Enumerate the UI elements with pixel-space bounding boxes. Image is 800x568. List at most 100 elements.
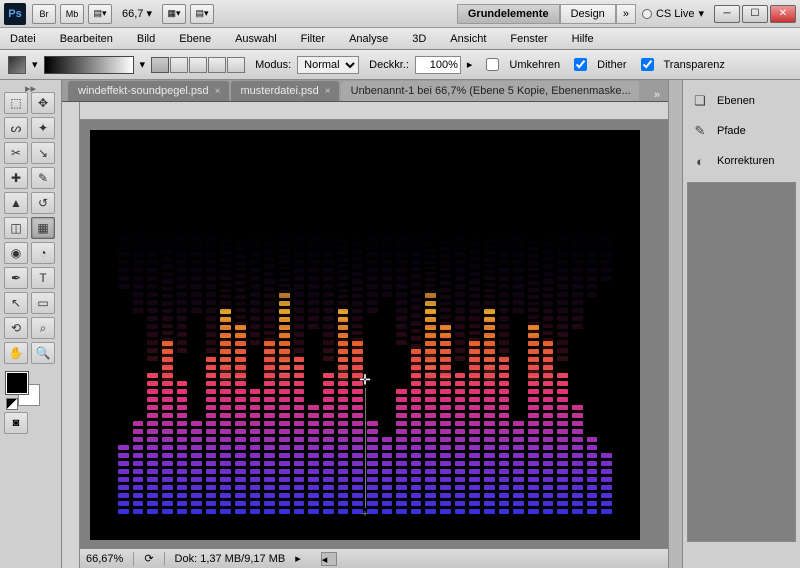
gradient-tool[interactable]: ▦ (31, 217, 55, 239)
document-tabs: windeffekt-soundpegel.psd×musterdatei.ps… (62, 80, 668, 102)
hand-tool[interactable]: ✋ (4, 342, 28, 364)
panel-adjustments[interactable]: ◐ Korrekturen (687, 146, 796, 176)
eq-bar (133, 220, 144, 380)
color-swatches[interactable] (4, 370, 44, 408)
eq-bar (338, 220, 349, 380)
menu-analyse[interactable]: Analyse (343, 31, 394, 47)
linear-gradient-button[interactable] (151, 57, 169, 73)
eq-bar (484, 220, 495, 380)
horizontal-scroll-left[interactable]: ◂ (321, 552, 337, 566)
ruler-horizontal[interactable] (80, 102, 668, 120)
document-tab[interactable]: musterdatei.psd× (231, 81, 339, 101)
eq-bar (294, 357, 305, 514)
shape-tool[interactable]: ▭ (31, 292, 55, 314)
close-icon[interactable]: × (215, 86, 221, 97)
eq-bar (455, 373, 466, 514)
eyedropper-tool[interactable]: ↘ (31, 142, 55, 164)
menu-ansicht[interactable]: Ansicht (444, 31, 492, 47)
canvas-viewport[interactable]: ✛ + (80, 120, 668, 548)
foreground-color-swatch[interactable] (6, 372, 28, 394)
menu-bearbeiten[interactable]: Bearbeiten (54, 31, 119, 47)
menu-hilfe[interactable]: Hilfe (566, 31, 600, 47)
status-zoom[interactable]: 66,67% (86, 553, 123, 565)
brush-tool[interactable]: ✎ (31, 167, 55, 189)
reflected-gradient-button[interactable] (208, 57, 226, 73)
pen-tool[interactable]: ✒ (4, 267, 28, 289)
eq-bar (499, 357, 510, 514)
status-doc-size[interactable]: Dok: 1,37 MB/9,17 MB (175, 553, 286, 565)
magic-wand-tool[interactable]: ✦ (31, 117, 55, 139)
window-maximize[interactable]: ☐ (742, 5, 768, 23)
window-minimize[interactable]: ─ (714, 5, 740, 23)
eraser-tool[interactable]: ◫ (4, 217, 28, 239)
workspace-grundelemente[interactable]: Grundelemente (457, 4, 560, 24)
cslive-button[interactable]: CS Live ▾ (642, 7, 704, 20)
menu-fenster[interactable]: Fenster (504, 31, 553, 47)
menu-3d[interactable]: 3D (406, 31, 432, 47)
angle-gradient-button[interactable] (189, 57, 207, 73)
eq-bar (177, 381, 188, 514)
panel-layers[interactable]: ❏ Ebenen (687, 86, 796, 116)
opacity-field[interactable] (415, 56, 461, 74)
close-icon[interactable]: × (325, 86, 331, 97)
eq-bar (543, 220, 554, 380)
extras-button[interactable]: ▤▾ (190, 4, 214, 24)
zoom-level[interactable]: 66,7 ▾ (122, 7, 152, 20)
history-brush-tool[interactable]: ↺ (31, 192, 55, 214)
crop-tool[interactable]: ✂ (4, 142, 28, 164)
screen-mode-button[interactable]: ▤▾ (88, 4, 112, 24)
menu-filter[interactable]: Filter (295, 31, 331, 47)
stamp-tool[interactable]: ▲ (4, 192, 28, 214)
collapse-handle[interactable]: ▸▸ (4, 82, 57, 92)
menu-datei[interactable]: Datei (4, 31, 42, 47)
menu-auswahl[interactable]: Auswahl (229, 31, 283, 47)
dodge-tool[interactable]: ◔ (31, 242, 55, 264)
workspace-more[interactable]: » (616, 4, 636, 24)
default-colors-icon[interactable] (6, 398, 18, 410)
document-tab[interactable]: windeffekt-soundpegel.psd× (68, 81, 229, 101)
ruler-vertical[interactable] (62, 102, 80, 568)
window-close[interactable]: ✕ (770, 5, 796, 23)
dock-gutter[interactable] (668, 80, 682, 568)
eq-bar (206, 357, 217, 514)
diamond-gradient-button[interactable] (227, 57, 245, 73)
reverse-checkbox[interactable] (486, 58, 499, 71)
blur-tool[interactable]: ◉ (4, 242, 28, 264)
tool-preset-picker[interactable] (8, 56, 26, 74)
gradient-picker[interactable] (44, 56, 134, 74)
eq-bar (367, 220, 378, 380)
move-tool[interactable]: ✥ (31, 92, 55, 114)
bridge-button[interactable]: Br (32, 4, 56, 24)
document-tab[interactable]: Unbenannt-1 bei 66,7% (Ebene 5 Kopie, Eb… (341, 81, 639, 101)
marquee-tool[interactable]: ⬚ (4, 92, 28, 114)
mode-select[interactable]: Normal (297, 56, 359, 74)
transparency-checkbox[interactable] (641, 58, 654, 71)
eq-bar (587, 437, 598, 514)
quickmask-button[interactable]: ◙ (4, 412, 28, 434)
tabs-overflow[interactable]: » (646, 89, 668, 101)
eq-bar (440, 220, 451, 380)
menu-bild[interactable]: Bild (131, 31, 161, 47)
zoom-tool[interactable]: 🔍 (31, 342, 55, 364)
dither-checkbox[interactable] (574, 58, 587, 71)
3d-tool[interactable]: ⟲ (4, 317, 28, 339)
lasso-tool[interactable]: ᔕ (4, 117, 28, 139)
camera-tool[interactable]: ⌕ (31, 317, 55, 339)
minibridge-button[interactable]: Mb (60, 4, 84, 24)
radial-gradient-button[interactable] (170, 57, 188, 73)
eq-bar (118, 445, 129, 514)
eq-bar (396, 389, 407, 514)
eq-bar (455, 220, 466, 380)
app-icon: Ps (4, 3, 26, 25)
eq-bar (191, 220, 202, 380)
menu-ebene[interactable]: Ebene (173, 31, 217, 47)
eq-bar (323, 373, 334, 514)
healing-tool[interactable]: ✚ (4, 167, 28, 189)
panel-paths[interactable]: ✎ Pfade (687, 116, 796, 146)
type-tool[interactable]: T (31, 267, 55, 289)
status-extras-icon[interactable]: ⟳ (144, 552, 153, 565)
arrange-docs-button[interactable]: ▦▾ (162, 4, 186, 24)
workspace-design[interactable]: Design (560, 4, 616, 24)
path-select-tool[interactable]: ↖ (4, 292, 28, 314)
eq-bar (572, 220, 583, 380)
